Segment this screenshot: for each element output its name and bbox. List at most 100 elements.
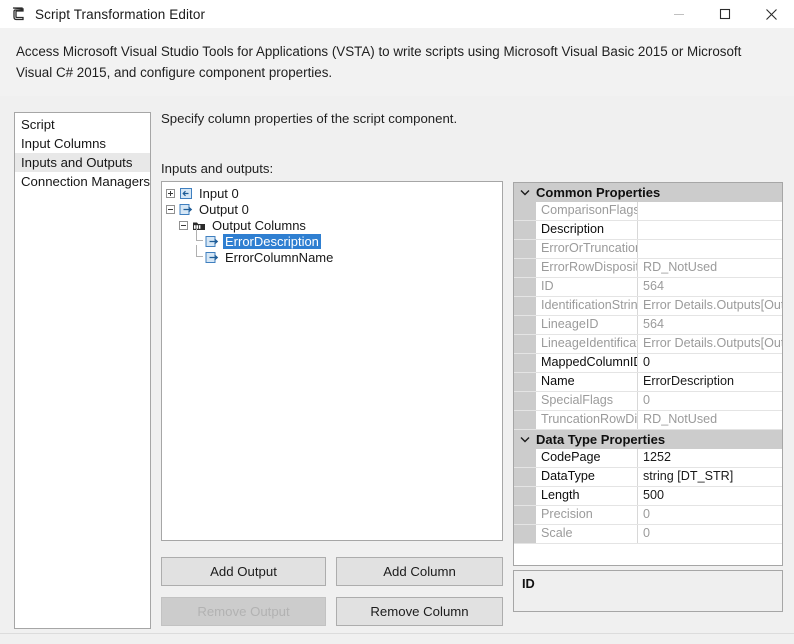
tree-label: Inputs and outputs:: [161, 161, 274, 176]
grid-gutter: [514, 392, 536, 410]
page-navigation-list[interactable]: Script Input Columns Inputs and Outputs …: [14, 112, 151, 629]
property-row[interactable]: Scale 0: [514, 525, 782, 544]
remove-column-button[interactable]: Remove Column: [336, 597, 503, 626]
property-value[interactable]: string [DT_STR]: [638, 468, 782, 486]
property-value[interactable]: [638, 240, 782, 258]
property-row[interactable]: IdentificationString Error Details.Outpu…: [514, 297, 782, 316]
property-name: Description: [536, 221, 638, 239]
property-value[interactable]: Error Details.Outputs[Outp: [638, 335, 782, 353]
property-row[interactable]: MappedColumnID 0: [514, 354, 782, 373]
property-value[interactable]: 564: [638, 316, 782, 334]
minimize-button[interactable]: [656, 0, 702, 28]
property-row[interactable]: ComparisonFlags: [514, 202, 782, 221]
grid-gutter: [514, 316, 536, 334]
grid-gutter: [514, 335, 536, 353]
property-value[interactable]: 0: [638, 506, 782, 524]
property-row[interactable]: Precision 0: [514, 506, 782, 525]
tree-node-label: Output 0: [199, 201, 249, 217]
header-band: Access Microsoft Visual Studio Tools for…: [0, 28, 794, 96]
tree-elbow-connector: [192, 229, 205, 249]
close-icon: [765, 8, 777, 20]
property-row[interactable]: Length 500: [514, 487, 782, 506]
grid-gutter: [514, 411, 536, 429]
property-value[interactable]: 0: [638, 392, 782, 410]
column-icon: [205, 251, 219, 264]
property-value[interactable]: [638, 221, 782, 239]
collapse-minus-icon[interactable]: [166, 204, 175, 214]
property-category-data-type[interactable]: Data Type Properties: [514, 430, 782, 449]
property-row[interactable]: Name ErrorDescription: [514, 373, 782, 392]
nav-item-input-columns[interactable]: Input Columns: [15, 134, 150, 153]
inputs-outputs-tree[interactable]: Input 0 Output 0 Output Columns ErrorDes…: [161, 181, 503, 541]
page-instruction: Specify column properties of the script …: [161, 111, 458, 126]
property-value[interactable]: 0: [638, 525, 782, 543]
property-name: Name: [536, 373, 638, 391]
property-value[interactable]: 564: [638, 278, 782, 296]
property-row[interactable]: CodePage 1252: [514, 449, 782, 468]
tree-node-label: Input 0: [199, 185, 239, 201]
grid-gutter: [514, 525, 536, 543]
header-description: Access Microsoft Visual Studio Tools for…: [16, 44, 742, 80]
chevron-down-icon[interactable]: [514, 189, 536, 196]
property-grid[interactable]: Common Properties ComparisonFlags Descri…: [513, 182, 783, 566]
tree-node-output-0[interactable]: Output 0: [162, 201, 502, 217]
property-name: TruncationRowDisp: [536, 411, 638, 429]
grid-gutter: [514, 278, 536, 296]
tree-node-label: ErrorColumnName: [225, 249, 334, 265]
property-name: LineageIdentificatic: [536, 335, 638, 353]
nav-item-inputs-and-outputs[interactable]: Inputs and Outputs: [15, 153, 150, 172]
property-row[interactable]: TruncationRowDisp RD_NotUsed: [514, 411, 782, 430]
property-row[interactable]: ErrorRowDispositio RD_NotUsed: [514, 259, 782, 278]
nav-item-connection-managers[interactable]: Connection Managers: [15, 172, 150, 191]
grid-gutter: [514, 240, 536, 258]
property-value[interactable]: RD_NotUsed: [638, 411, 782, 429]
property-value[interactable]: 500: [638, 487, 782, 505]
grid-gutter: [514, 202, 536, 220]
property-value[interactable]: 0: [638, 354, 782, 372]
grid-gutter: [514, 506, 536, 524]
tree-node-output-columns[interactable]: Output Columns: [162, 217, 502, 233]
property-value[interactable]: RD_NotUsed: [638, 259, 782, 277]
add-output-button[interactable]: Add Output: [161, 557, 326, 586]
property-row[interactable]: DataType string [DT_STR]: [514, 468, 782, 487]
chevron-down-icon[interactable]: [514, 436, 536, 443]
expand-plus-icon[interactable]: [166, 188, 175, 198]
property-category-label: Data Type Properties: [536, 432, 666, 447]
property-name: LineageID: [536, 316, 638, 334]
property-row[interactable]: SpecialFlags 0: [514, 392, 782, 411]
script-transformation-icon: [10, 6, 26, 22]
grid-gutter: [514, 259, 536, 277]
property-row[interactable]: Description: [514, 221, 782, 240]
tree-node-errordescription[interactable]: ErrorDescription: [162, 229, 502, 249]
property-name: IdentificationString: [536, 297, 638, 315]
property-name: SpecialFlags: [536, 392, 638, 410]
property-value[interactable]: 1252: [638, 449, 782, 467]
title-bar: Script Transformation Editor: [0, 0, 794, 28]
nav-item-script[interactable]: Script: [15, 115, 150, 134]
property-category-common[interactable]: Common Properties: [514, 183, 782, 202]
add-column-button[interactable]: Add Column: [336, 557, 503, 586]
close-button[interactable]: [748, 0, 794, 28]
folder-columns-icon: [192, 219, 206, 232]
property-value[interactable]: Error Details.Outputs[Outp: [638, 297, 782, 315]
property-value[interactable]: [638, 202, 782, 220]
property-row[interactable]: LineageID 564: [514, 316, 782, 335]
tree-node-label: ErrorDescription: [223, 233, 321, 249]
tree-node-errorcolumnname[interactable]: ErrorColumnName: [162, 245, 502, 265]
property-name: ErrorRowDispositio: [536, 259, 638, 277]
maximize-button[interactable]: [702, 0, 748, 28]
property-row[interactable]: ErrorOrTruncationO: [514, 240, 782, 259]
property-row[interactable]: ID 564: [514, 278, 782, 297]
grid-gutter: [514, 221, 536, 239]
tree-node-input-0[interactable]: Input 0: [162, 185, 502, 201]
property-value[interactable]: ErrorDescription: [638, 373, 782, 391]
collapse-minus-icon[interactable]: [179, 220, 188, 230]
property-name: DataType: [536, 468, 638, 486]
window-controls: [656, 0, 794, 28]
property-row[interactable]: LineageIdentificatic Error Details.Outpu…: [514, 335, 782, 354]
remove-output-button: Remove Output: [161, 597, 326, 626]
maximize-icon: [719, 8, 731, 20]
property-name: ComparisonFlags: [536, 202, 638, 220]
property-description-title: ID: [522, 576, 535, 591]
property-name: Length: [536, 487, 638, 505]
